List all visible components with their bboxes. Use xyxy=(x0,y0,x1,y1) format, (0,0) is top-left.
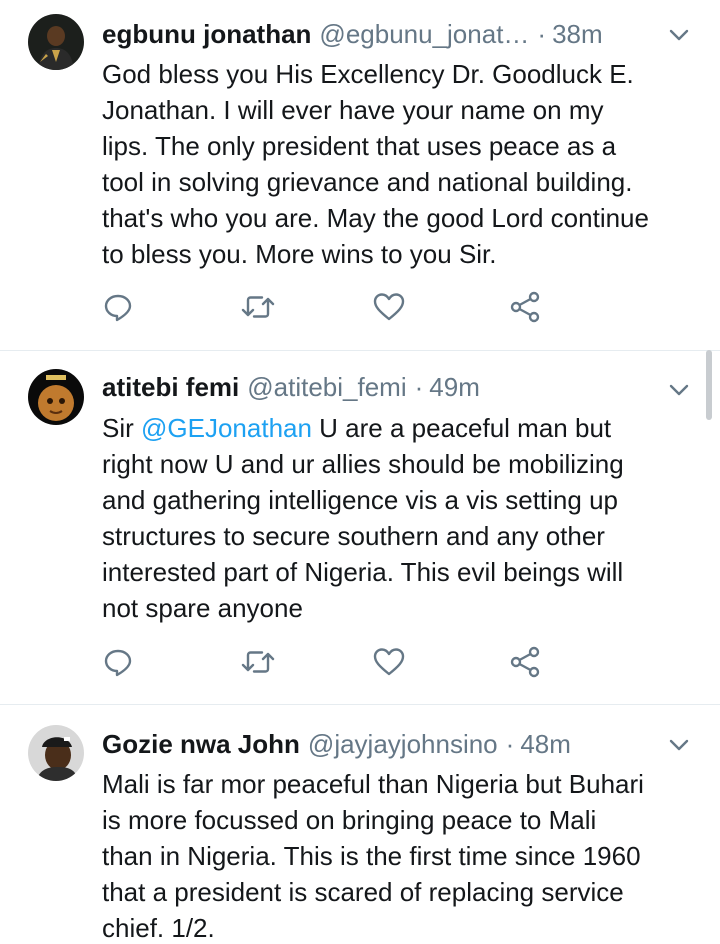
tweet-text: God bless you His Excellency Dr. Goodluc… xyxy=(102,56,702,272)
chevron-down-icon[interactable] xyxy=(666,732,692,758)
tweet-header: egbunu jonathan @egbunu_jonat… · 38m xyxy=(102,14,700,54)
tweet-actions xyxy=(102,287,562,327)
timestamp[interactable]: 48m xyxy=(520,724,571,764)
text-line: that a president is scared of replacing … xyxy=(102,877,624,907)
share-icon[interactable] xyxy=(505,287,545,327)
tweet-feed: egbunu jonathan @egbunu_jonat… · 38m God… xyxy=(0,0,720,944)
tweet-text: Mali is far mor peaceful than Nigeria bu… xyxy=(102,766,702,944)
text-line: chief. 1/2. xyxy=(102,913,215,943)
text-line: lips. The only president that uses peace… xyxy=(102,131,617,161)
separator-dot: · xyxy=(505,729,515,759)
user-handle[interactable]: @atitebi_femi xyxy=(247,367,406,407)
heart-icon[interactable] xyxy=(369,287,409,327)
display-name[interactable]: atitebi femi xyxy=(102,367,239,407)
chevron-down-icon[interactable] xyxy=(666,377,692,403)
text-line: that's who you are. May the good Lord co… xyxy=(102,203,649,233)
tweet-1[interactable]: egbunu jonathan @egbunu_jonat… · 38m God… xyxy=(0,0,720,350)
text-line: is more focussed on bringing peace to Ma… xyxy=(102,805,597,835)
tweet-2[interactable]: atitebi femi @atitebi_femi · 49m Sir @GE… xyxy=(0,351,720,704)
text-line: Sir @GEJonathan U are a peaceful man but xyxy=(102,410,702,446)
heart-icon[interactable] xyxy=(369,642,409,682)
avatar[interactable] xyxy=(28,369,84,425)
timestamp[interactable]: 38m xyxy=(552,14,603,54)
text-line: not spare anyone xyxy=(102,593,303,623)
avatar[interactable] xyxy=(28,14,84,70)
text-line: Jonathan. I will ever have your name on … xyxy=(102,95,604,125)
user-handle[interactable]: @egbunu_jonat… xyxy=(319,14,529,54)
text-line: and gathering intelligence vis a vis set… xyxy=(102,485,618,515)
text-line: right now U and ur allies should be mobi… xyxy=(102,449,624,479)
chevron-down-icon[interactable] xyxy=(666,22,692,48)
reply-icon[interactable] xyxy=(98,642,138,682)
separator-dot: · xyxy=(537,19,547,49)
share-icon[interactable] xyxy=(505,642,545,682)
separator-dot: · xyxy=(414,372,424,402)
text-rest: U are a peaceful man but xyxy=(311,413,612,443)
text-prefix: Sir xyxy=(102,413,141,443)
text-line: than in Nigeria. This is the first time … xyxy=(102,841,641,871)
tweet-3[interactable]: Gozie nwa John @jayjayjohnsino · 48m Mal… xyxy=(0,705,720,944)
text-line: structures to secure southern and any ot… xyxy=(102,521,605,551)
text-line: interested part of Nigeria. This evil be… xyxy=(102,557,624,587)
avatar[interactable] xyxy=(28,725,84,781)
scrollbar-thumb[interactable] xyxy=(706,350,712,420)
display-name[interactable]: Gozie nwa John xyxy=(102,724,300,764)
user-handle[interactable]: @jayjayjohnsino xyxy=(308,724,498,764)
retweet-icon[interactable] xyxy=(238,642,278,682)
tweet-text: Sir @GEJonathan U are a peaceful man but… xyxy=(102,410,702,626)
text-line: Mali is far mor peaceful than Nigeria bu… xyxy=(102,769,644,799)
text-line: to bless you. More wins to you Sir. xyxy=(102,239,497,269)
mention-link[interactable]: @GEJonathan xyxy=(141,413,312,443)
tweet-header: Gozie nwa John @jayjayjohnsino · 48m xyxy=(102,724,700,764)
display-name[interactable]: egbunu jonathan xyxy=(102,14,311,54)
retweet-icon[interactable] xyxy=(238,287,278,327)
text-line: God bless you His Excellency Dr. Goodluc… xyxy=(102,59,634,89)
timestamp[interactable]: 49m xyxy=(429,367,480,407)
text-line: tool in solving grievance and national b… xyxy=(102,167,633,197)
tweet-actions xyxy=(102,642,562,682)
reply-icon[interactable] xyxy=(98,287,138,327)
tweet-header: atitebi femi @atitebi_femi · 49m xyxy=(102,367,700,407)
